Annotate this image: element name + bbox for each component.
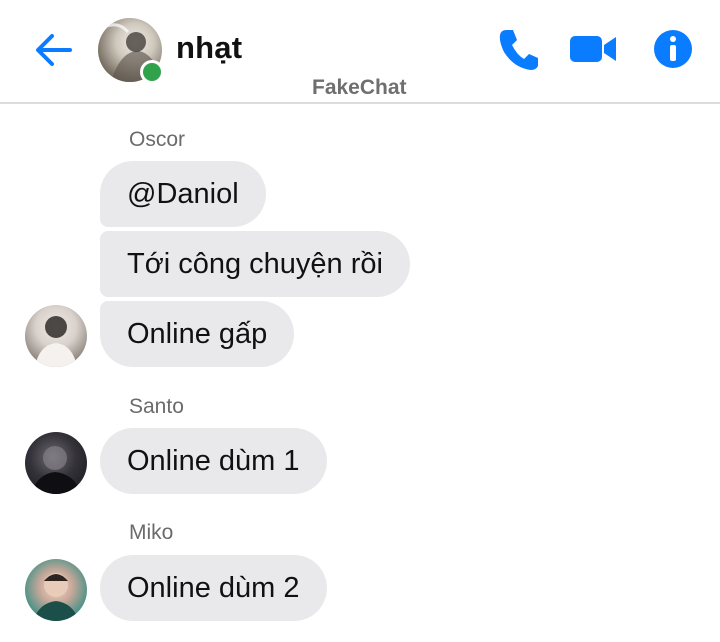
message-bubble[interactable]: Online dùm 1 <box>100 428 327 494</box>
call-button[interactable] <box>496 26 540 72</box>
online-status-dot <box>140 60 164 84</box>
contact-name[interactable]: nhạt <box>176 30 242 66</box>
sender-name-santo: Santo <box>129 395 184 418</box>
message-bubble[interactable]: Online dùm 2 <box>100 555 327 621</box>
message-bubble[interactable]: @Daniol <box>100 161 266 227</box>
arrow-left-icon <box>36 34 72 66</box>
info-icon <box>654 30 692 68</box>
contact-avatar-button[interactable] <box>98 18 164 84</box>
phone-icon <box>499 30 538 70</box>
avatar-santo[interactable] <box>25 432 87 494</box>
message-bubble[interactable]: Online gấp <box>100 301 295 367</box>
avatar-oscor[interactable] <box>25 305 87 367</box>
avatar-miko[interactable] <box>25 559 87 621</box>
fakechat-watermark: FakeChat <box>312 76 407 99</box>
video-camera-icon <box>570 36 616 62</box>
sender-name-miko: Miko <box>129 521 174 544</box>
sender-name-oscor: Oscor <box>129 128 186 151</box>
chat-header: nhạt FakeChat <box>0 0 720 104</box>
video-call-button[interactable] <box>568 26 618 72</box>
info-button[interactable] <box>652 26 694 72</box>
back-button[interactable] <box>30 28 78 72</box>
message-bubble[interactable]: Tới công chuyện rồi <box>100 231 410 297</box>
